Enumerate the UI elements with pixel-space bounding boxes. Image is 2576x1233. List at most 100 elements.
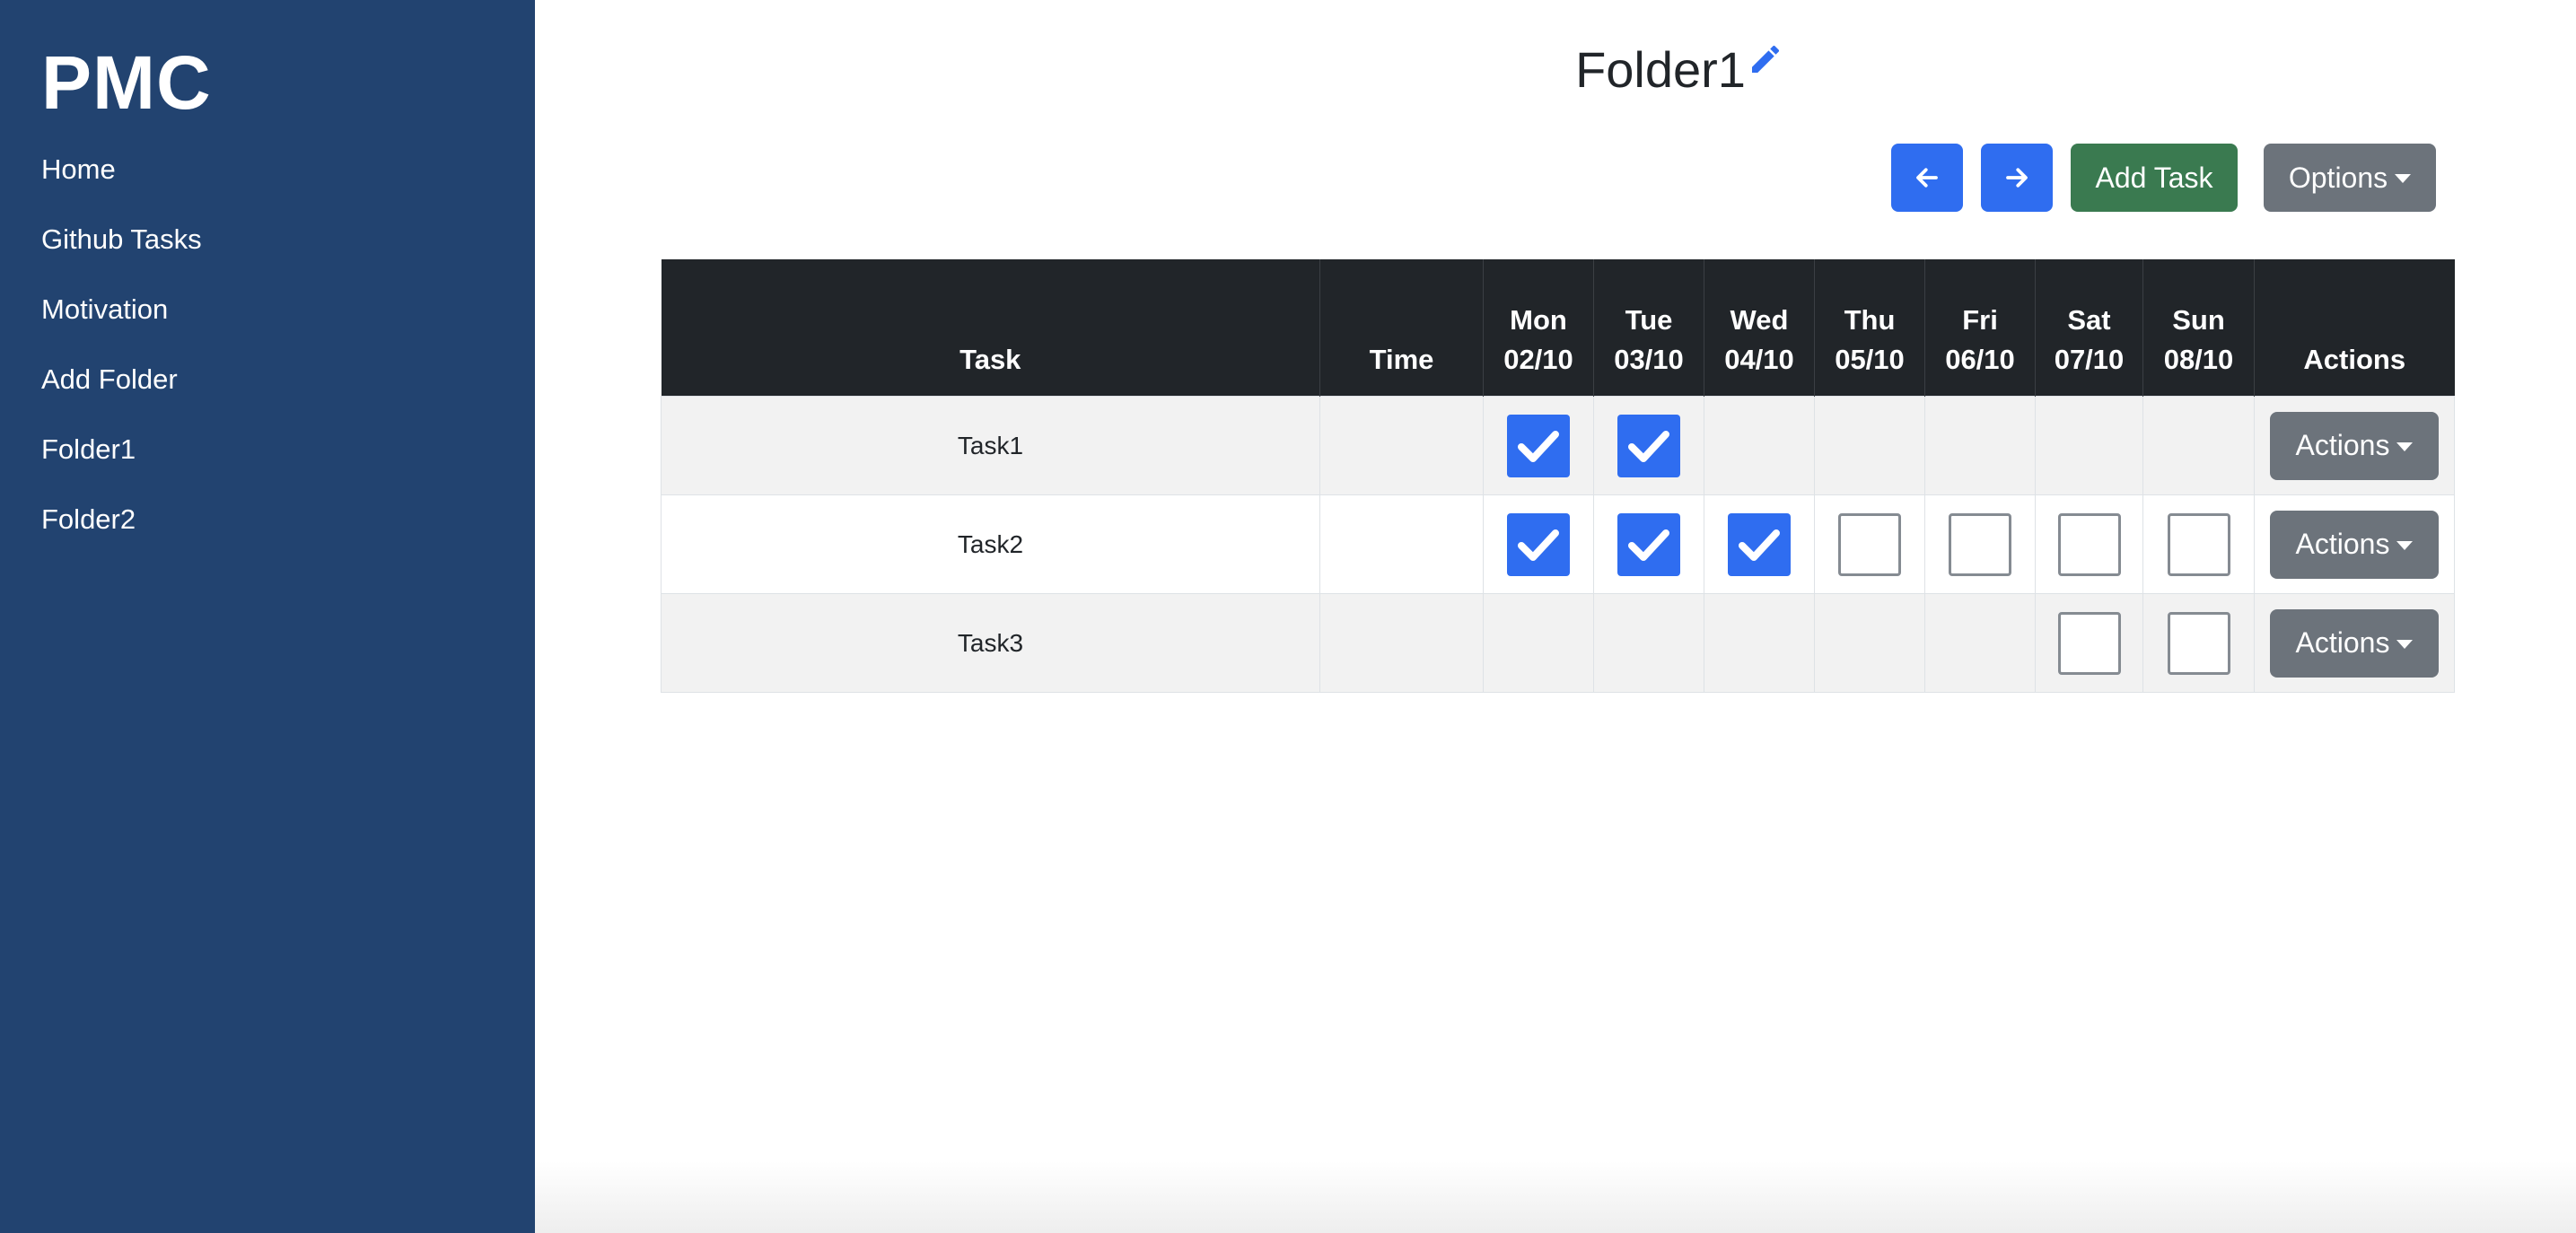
main-content: Folder1 Add Task Options Task Time Mon 0… — [535, 0, 2576, 1233]
day-cell-sat — [2035, 593, 2143, 693]
column-header-sat: Sat 07/10 — [2035, 259, 2143, 397]
column-header-time: Time — [1319, 259, 1484, 397]
checked-checkbox[interactable] — [1617, 512, 1680, 576]
day-cell-mon — [1483, 494, 1594, 594]
day-name: Mon — [1510, 304, 1567, 336]
page-title: Folder1 — [1575, 41, 1746, 98]
day-cell-tue — [1593, 593, 1704, 693]
sidebar-item-add-folder[interactable]: Add Folder — [41, 359, 202, 429]
column-header-wed: Wed 04/10 — [1704, 259, 1815, 397]
day-date: 04/10 — [1724, 344, 1794, 375]
day-cell-sat — [2035, 494, 2143, 594]
unchecked-checkbox[interactable] — [2057, 512, 2121, 576]
task-name-cell: Task3 — [661, 593, 1320, 693]
row-actions-dropdown[interactable]: Actions — [2270, 411, 2439, 480]
day-cell-sun — [2142, 494, 2255, 594]
column-header-mon: Mon 02/10 — [1483, 259, 1594, 397]
actions-cell: Actions — [2254, 494, 2455, 594]
task-time-cell — [1319, 593, 1484, 693]
sidebar: PMC Home Github Tasks Motivation Add Fol… — [0, 0, 535, 1233]
previous-week-button[interactable] — [1891, 144, 1963, 212]
row-actions-dropdown[interactable]: Actions — [2270, 510, 2439, 579]
unchecked-checkbox[interactable] — [2167, 512, 2230, 576]
table-header-row: Task Time Mon 02/10 Tue 03/10 Wed 04/10 Thu… — [661, 259, 2455, 397]
brand-logo[interactable]: PMC — [41, 41, 212, 124]
checkmark-icon — [1518, 430, 1559, 462]
sidebar-item-folder2[interactable]: Folder2 — [41, 499, 202, 569]
day-date: 05/10 — [1835, 344, 1905, 375]
task-time-cell — [1319, 396, 1484, 495]
sidebar-item-folder1[interactable]: Folder1 — [41, 429, 202, 499]
column-header-actions: Actions — [2254, 259, 2455, 397]
day-date: 06/10 — [1945, 344, 2015, 375]
column-header-task: Task — [661, 259, 1320, 397]
day-cell-wed — [1704, 396, 1815, 495]
bottom-shade — [535, 1161, 2576, 1233]
day-date: 03/10 — [1614, 344, 1684, 375]
table-row: Task2 Actions — [661, 494, 2455, 594]
caret-down-icon — [2396, 540, 2414, 550]
checked-checkbox[interactable] — [1728, 512, 1791, 576]
checked-checkbox[interactable] — [1617, 414, 1680, 477]
sidebar-item-github-tasks[interactable]: Github Tasks — [41, 219, 202, 289]
day-cell-mon — [1483, 593, 1594, 693]
options-dropdown[interactable]: Options — [2264, 144, 2436, 212]
day-cell-sun — [2142, 593, 2255, 693]
day-cell-tue — [1593, 396, 1704, 495]
add-task-button[interactable]: Add Task — [2071, 144, 2238, 212]
column-header-thu: Thu 05/10 — [1814, 259, 1925, 397]
caret-down-icon — [2395, 174, 2412, 183]
day-cell-mon — [1483, 396, 1594, 495]
day-name: Fri — [1962, 304, 1998, 336]
sidebar-nav: Home Github Tasks Motivation Add Folder … — [41, 149, 202, 569]
column-header-fri: Fri 06/10 — [1924, 259, 2036, 397]
unchecked-checkbox[interactable] — [1838, 512, 1901, 576]
pencil-icon[interactable] — [1748, 41, 1783, 77]
arrow-right-icon — [2006, 168, 2028, 188]
task-name-cell: Task2 — [661, 494, 1320, 594]
checkmark-icon — [1628, 529, 1669, 561]
toolbar: Add Task Options — [535, 144, 2576, 214]
next-week-button[interactable] — [1981, 144, 2053, 212]
sidebar-item-motivation[interactable]: Motivation — [41, 289, 202, 359]
day-cell-sun — [2142, 396, 2255, 495]
day-cell-fri — [1924, 494, 2036, 594]
row-actions-dropdown[interactable]: Actions — [2270, 608, 2439, 678]
options-label: Options — [2288, 161, 2388, 194]
actions-label: Actions — [2295, 528, 2390, 560]
caret-down-icon — [2396, 639, 2414, 649]
actions-label: Actions — [2295, 429, 2390, 461]
actions-label: Actions — [2295, 626, 2390, 659]
table-row: Task1 Actions — [661, 396, 2455, 495]
day-date: 08/10 — [2163, 344, 2234, 375]
unchecked-checkbox[interactable] — [2057, 611, 2121, 675]
task-name-cell: Task1 — [661, 396, 1320, 495]
actions-cell: Actions — [2254, 396, 2455, 495]
checked-checkbox[interactable] — [1507, 414, 1570, 477]
task-table: Task Time Mon 02/10 Tue 03/10 Wed 04/10 Thu… — [661, 259, 2455, 693]
actions-cell: Actions — [2254, 593, 2455, 693]
day-date: 02/10 — [1503, 344, 1573, 375]
arrow-left-icon — [1916, 168, 1938, 188]
day-name: Wed — [1730, 304, 1789, 336]
day-date: 07/10 — [2054, 344, 2125, 375]
unchecked-checkbox[interactable] — [2167, 611, 2230, 675]
checkmark-icon — [1518, 529, 1559, 561]
unchecked-checkbox[interactable] — [1949, 512, 2011, 576]
day-name: Sun — [2172, 304, 2225, 336]
day-cell-thu — [1814, 396, 1925, 495]
day-name: Tue — [1625, 304, 1673, 336]
column-header-sun: Sun 08/10 — [2142, 259, 2255, 397]
day-cell-fri — [1924, 396, 2036, 495]
sidebar-item-home[interactable]: Home — [41, 149, 202, 219]
day-cell-thu — [1814, 593, 1925, 693]
day-cell-fri — [1924, 593, 2036, 693]
day-name: Sat — [2067, 304, 2111, 336]
day-cell-wed — [1704, 494, 1815, 594]
title-row: Folder1 — [535, 36, 2576, 104]
day-cell-wed — [1704, 593, 1815, 693]
day-cell-thu — [1814, 494, 1925, 594]
checked-checkbox[interactable] — [1507, 512, 1570, 576]
caret-down-icon — [2396, 442, 2414, 451]
day-cell-tue — [1593, 494, 1704, 594]
